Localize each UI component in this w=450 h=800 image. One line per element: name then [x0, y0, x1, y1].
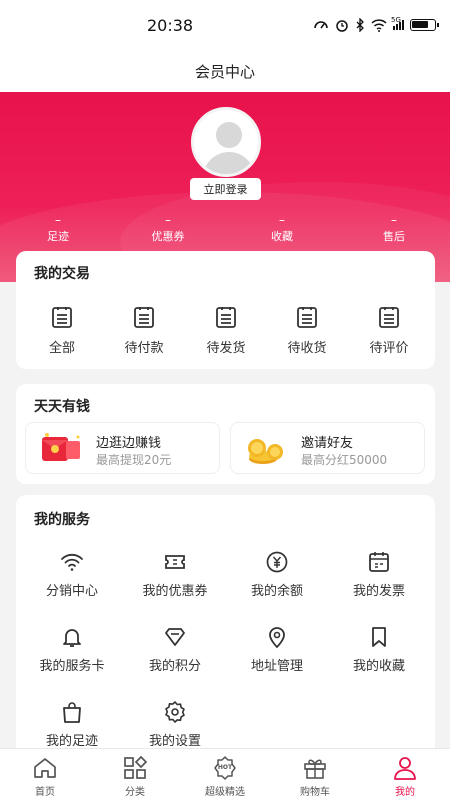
page-header: 会员中心: [0, 50, 450, 92]
alarm-icon: [335, 18, 349, 32]
list-icon: [377, 305, 401, 329]
home-icon: [32, 755, 58, 781]
service-settings[interactable]: 我的设置: [127, 700, 223, 749]
tab-featured[interactable]: HOT 超级精选: [190, 755, 260, 798]
service-coupons[interactable]: 我的优惠券: [127, 550, 223, 599]
service-address[interactable]: 地址管理: [229, 625, 325, 674]
earn-browse-card[interactable]: 边逛边赚钱 最高提现20元: [25, 422, 220, 474]
order-to-receive[interactable]: 待收货: [277, 305, 337, 356]
user-icon: [392, 755, 418, 781]
status-time: 20:38: [147, 16, 194, 35]
signal-icon: 5G: [391, 16, 404, 30]
yuan-icon: [265, 550, 289, 574]
gift-icon: [302, 755, 328, 781]
list-icon: [295, 305, 319, 329]
service-balance[interactable]: 我的余额: [229, 550, 325, 599]
service-points[interactable]: 我的积分: [127, 625, 223, 674]
services-title: 我的服务: [34, 512, 90, 528]
earn-invite-card[interactable]: 邀请好友 最高分红50000: [230, 422, 425, 474]
invoice-icon: [367, 550, 391, 574]
hot-badge: HOT: [217, 764, 233, 771]
category-icon: [122, 755, 148, 781]
trade-card: 我的交易 全部 待付款 待发货 待收货 待评价: [16, 251, 435, 369]
tab-cart[interactable]: 购物车: [280, 755, 350, 798]
service-distribution[interactable]: 分销中心: [24, 550, 120, 599]
bookmark-icon: [367, 625, 391, 649]
avatar[interactable]: [191, 107, 261, 177]
tab-home[interactable]: 首页: [10, 755, 80, 798]
stat-footprint[interactable]: – 足迹: [38, 214, 78, 244]
order-unpaid[interactable]: 待付款: [114, 305, 174, 356]
stats-row: – 足迹 – 优惠券 – 收藏 – 售后: [0, 214, 450, 244]
settings-icon: [163, 700, 187, 724]
bag-icon: [60, 700, 84, 724]
status-bar: 20:38 5G: [0, 0, 450, 50]
service-footprint[interactable]: 我的足迹: [24, 700, 120, 749]
list-icon: [214, 305, 238, 329]
order-to-ship[interactable]: 待发货: [196, 305, 256, 356]
service-invoice[interactable]: 我的发票: [331, 550, 427, 599]
coupon-icon: [163, 550, 187, 574]
bell-icon: [60, 625, 84, 649]
gold-coins-icon: [243, 433, 289, 467]
earn-title: 天天有钱: [34, 399, 90, 415]
wifi-icon: [60, 550, 84, 574]
red-envelope-icon: [38, 431, 84, 467]
order-to-review[interactable]: 待评价: [359, 305, 419, 356]
list-icon: [50, 305, 74, 329]
earn-card: 天天有钱 边逛边赚钱 最高提现20元 邀请好友 最高分红50000: [16, 384, 435, 484]
bottom-tab-bar: 首页 分类 HOT 超级精选 购物车 我的: [0, 748, 450, 800]
speed-icon: [313, 17, 329, 33]
diamond-icon: [163, 625, 187, 649]
bluetooth-icon: [355, 18, 365, 32]
services-card: 我的服务 分销中心 我的优惠券 我的余额 我的发票 我的服务卡 我的积分 地址管…: [16, 495, 435, 765]
list-icon: [132, 305, 156, 329]
tab-mine[interactable]: 我的: [370, 755, 440, 798]
stat-coupons[interactable]: – 优惠券: [143, 214, 193, 244]
page-title: 会员中心: [194, 62, 255, 81]
wifi-status-icon: [371, 18, 387, 32]
order-all[interactable]: 全部: [32, 305, 92, 356]
service-favorites[interactable]: 我的收藏: [331, 625, 427, 674]
login-button[interactable]: 立即登录: [190, 178, 261, 200]
stat-favorites[interactable]: – 收藏: [262, 214, 302, 244]
stat-after-sales[interactable]: – 售后: [374, 214, 414, 244]
status-icons: 5G: [313, 16, 439, 33]
location-icon: [265, 625, 289, 649]
service-card[interactable]: 我的服务卡: [24, 625, 120, 674]
trade-title: 我的交易: [34, 266, 90, 282]
hot-icon: HOT: [212, 755, 238, 781]
tab-category[interactable]: 分类: [100, 755, 170, 798]
battery-icon: [410, 19, 439, 31]
